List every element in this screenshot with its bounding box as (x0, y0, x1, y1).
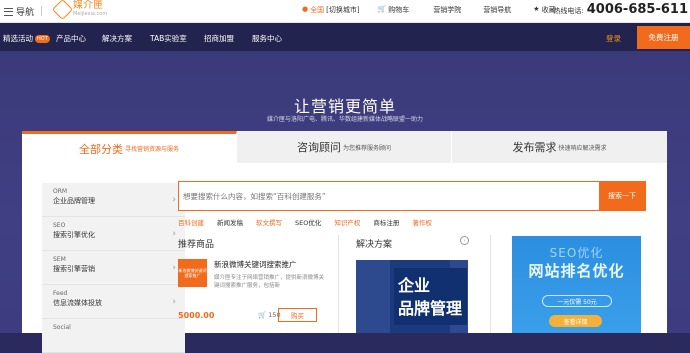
menu-icon (4, 7, 13, 16)
hotline-label: 热线电话: (553, 7, 584, 15)
tab-all-categories[interactable]: 全部分类 寻找营销资源与服务 (22, 131, 237, 163)
logo-subtext: Meijiexia.com (73, 11, 108, 17)
sidebar-item-feed[interactable]: Feed 信息流媒体投放 › (42, 285, 185, 319)
switch-city-link[interactable]: [切换城市] (326, 5, 359, 15)
cart-link[interactable]: 购物车 (388, 5, 409, 15)
tab-consultant[interactable]: 咨询顾问 为您推荐服务顾问 (237, 131, 452, 163)
cart-icon: 🛒 (377, 5, 387, 13)
solution-title: 解决方案 (356, 240, 393, 250)
logo-text: 媒介匣 (73, 0, 103, 11)
nav-item-franchise[interactable]: 招商加盟 (204, 33, 234, 44)
top-links: ● 全国 [切换城市] 🛒 购物车 营销学院 营销导航 ★ 收藏 (302, 5, 556, 15)
solution-card[interactable]: 企业 品牌管理 (356, 260, 468, 333)
seo-ad-banner[interactable]: SEO优化 网站排名优化 一元仅需 50元 查看详情 (512, 236, 641, 333)
sidebar-item-seo[interactable]: SEO 搜索引擎优化 › (42, 217, 185, 251)
hotline-number: 4006-685-611 (586, 2, 688, 17)
nav-item-solutions[interactable]: 解决方案 (102, 33, 132, 44)
nav-guide-link[interactable]: 营销导航 (483, 5, 511, 15)
recommend-title: 推荐商品 (178, 240, 215, 250)
solution-line2: 品牌管理 (398, 299, 463, 318)
nav-item-tab-lab[interactable]: TAB实验室 (150, 33, 187, 44)
search-input[interactable] (179, 182, 603, 210)
nav-label: 导航 (16, 8, 35, 18)
login-link[interactable]: 登录 (606, 33, 621, 44)
tag-link[interactable]: 知识产权 (334, 217, 360, 227)
product-image[interactable]: 新浪微博关键词搜索推广 (178, 259, 207, 287)
tag-link[interactable]: 商标注册 (373, 217, 399, 227)
tag-link[interactable]: 软文撰写 (256, 217, 282, 227)
tab-sublabel: 快速响应解决需求 (558, 144, 607, 152)
product-description: 媒介匣专注于网络营销推广，提供新浪微博关键词搜索推广服务，包括新 (214, 275, 325, 289)
tag-link[interactable]: SEO优化 (295, 217, 321, 227)
solution-line1: 企业 (398, 276, 431, 295)
ad-title: SEO优化 (549, 246, 604, 260)
logo[interactable]: 媒介匣 Meijiexia.com (51, 0, 108, 20)
main-nav: 精选活动 HOT 产品中心 解决方案 TAB实验室 招商加盟 服务中心 登录 (0, 23, 690, 51)
chevron-right-icon: › (172, 195, 176, 205)
content-panel: 全部分类 寻找营销资源与服务 咨询顾问 为您推荐服务顾问 发布需求 快速响应解决… (22, 131, 667, 353)
sidebar-item-label: 搜索引擎优化 (53, 231, 95, 239)
search-box: 搜索一下 (178, 181, 646, 211)
cart-icon: 🛒 (258, 311, 267, 319)
nav-toggle[interactable]: 导航 (4, 5, 34, 18)
register-button[interactable]: 免费注册 (637, 26, 690, 49)
sidebar-item-en: Feed (53, 290, 68, 297)
tag-link[interactable]: 著作权 (412, 217, 432, 227)
buy-button[interactable]: 购买 (278, 308, 317, 322)
chevron-right-icon: › (172, 263, 176, 273)
ad-offer: 一元仅需 50元 (542, 295, 612, 307)
ad-detail-button[interactable]: 查看详情 (549, 315, 602, 327)
top-bar: 导航 媒介匣 Meijiexia.com ● 全国 [切换城市] 🛒 购物车 营… (0, 0, 690, 23)
hotline: 热线电话: 4006-685-611 (553, 2, 688, 17)
search-button[interactable]: 搜索一下 (599, 182, 645, 210)
sidebar-item-sem[interactable]: SEM 搜索引擎营销 › (42, 251, 185, 285)
tag-link[interactable]: 百科创建 (178, 217, 204, 227)
location-label[interactable]: 全国 (310, 5, 324, 15)
nav-item-label: 精选活动 (3, 34, 33, 43)
sidebar-item-orm[interactable]: ORM 企业品牌管理 › (42, 183, 185, 217)
tab-sublabel: 寻找营销资源与服务 (124, 146, 179, 153)
star-icon: ★ (533, 5, 540, 13)
tag-link[interactable]: 新闻发稿 (217, 217, 243, 227)
tab-label: 咨询顾问 (296, 141, 341, 154)
logo-icon (51, 0, 74, 20)
hero-subtitle: 媒介匣与洛阳广电、腾讯、华数组建新媒体战略联盟一助力 (266, 116, 423, 123)
sidebar-item-en: ORM (53, 188, 68, 195)
chevron-right-icon: › (172, 229, 176, 239)
academy-link[interactable]: 营销学院 (433, 5, 461, 15)
sidebar-item-label: 企业品牌管理 (53, 197, 95, 205)
nav-item-products[interactable]: 产品中心 (56, 33, 86, 44)
divider (338, 235, 339, 333)
more-icon[interactable]: › (460, 236, 469, 245)
tab-label: 全部分类 (78, 142, 123, 156)
divider (490, 235, 491, 333)
tab-label: 发布需求 (512, 141, 557, 154)
sidebar-item-social[interactable]: Social (42, 319, 185, 353)
nav-item-activities[interactable]: 精选活动 HOT (3, 33, 50, 44)
location-pin-icon: ● (302, 5, 309, 13)
nav-item-service[interactable]: 服务中心 (252, 33, 282, 44)
hot-badge: HOT (35, 35, 50, 43)
hot-tags: 百科创建 新闻发稿 软文撰写 SEO优化 知识产权 商标注册 著作权 (178, 217, 445, 227)
chevron-right-icon: › (172, 297, 176, 307)
sidebar-item-en: SEO (53, 222, 66, 229)
sidebar-item-label: 搜索引擎营销 (53, 265, 95, 273)
product-name[interactable]: 新浪微博关键词搜索推广 (214, 259, 297, 270)
ad-headline: 网站排名优化 (528, 262, 625, 280)
sidebar-item-en: SEM (53, 256, 66, 263)
divider (41, 6, 42, 16)
sidebar-item-en: Social (53, 324, 71, 331)
product-price: 5000.00 (178, 311, 215, 320)
category-sidebar: ORM 企业品牌管理 › SEO 搜索引擎优化 › SEM 搜索引擎营销 › F… (42, 183, 185, 353)
tab-bar: 全部分类 寻找营销资源与服务 咨询顾问 为您推荐服务顾问 发布需求 快速响应解决… (22, 131, 667, 163)
tab-post-demand[interactable]: 发布需求 快速响应解决需求 (452, 131, 667, 163)
tab-sublabel: 为您推荐服务顾问 (342, 144, 391, 152)
sidebar-item-label: 信息流媒体投放 (53, 299, 102, 307)
